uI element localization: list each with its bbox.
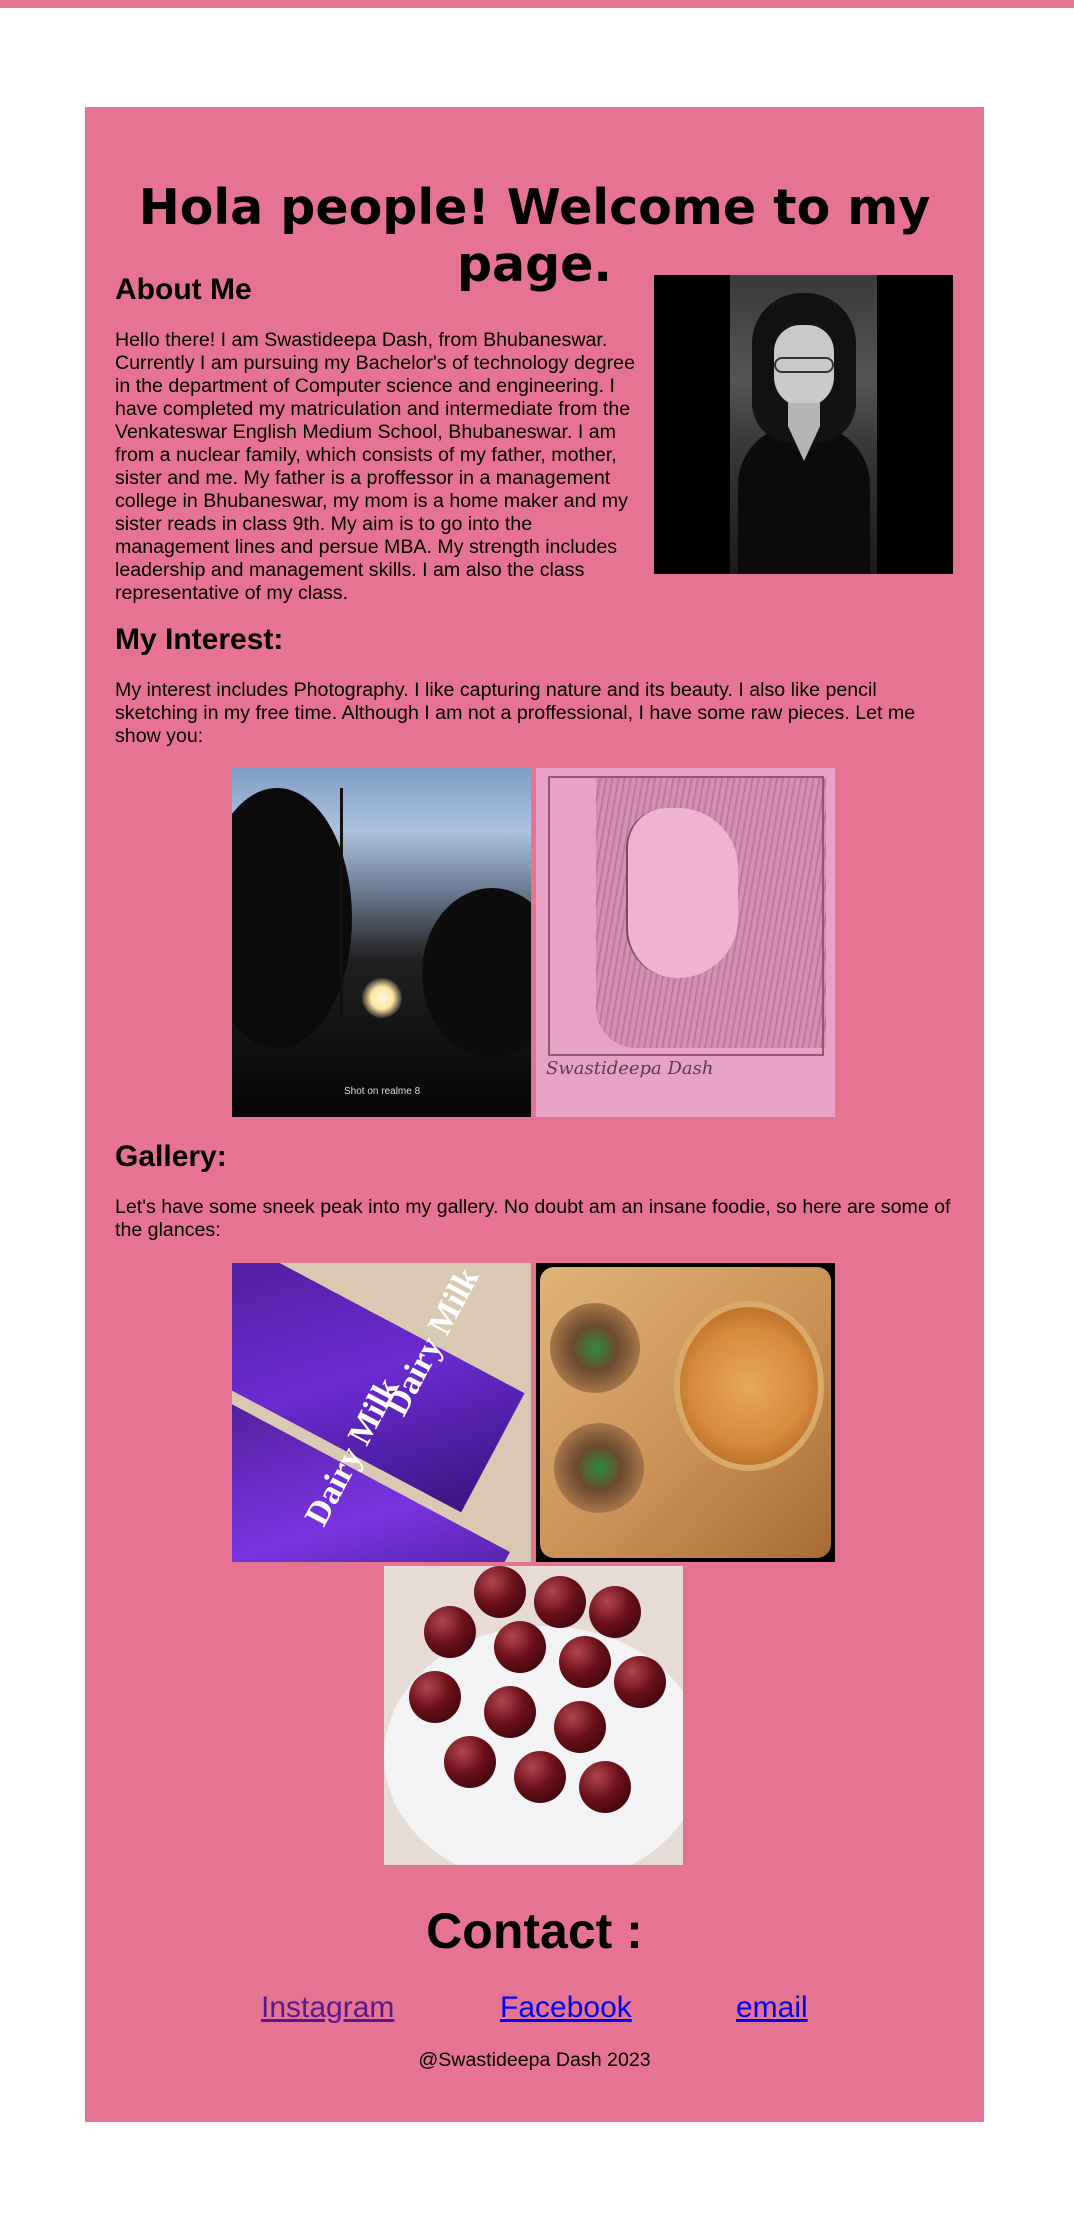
coffee-cup — [554, 1423, 644, 1513]
sweet-ball — [554, 1701, 606, 1753]
sweet-ball — [589, 1586, 641, 1638]
street-pole — [340, 788, 343, 1018]
sun-glow — [362, 978, 402, 1018]
portrait-glasses — [774, 357, 834, 373]
about-heading: About Me — [115, 273, 252, 306]
coffee-cup — [550, 1303, 640, 1393]
email-link[interactable]: email — [736, 1991, 808, 2025]
sketch-signature: Swastideepa Dash — [546, 1058, 714, 1079]
contact-heading: Contact : — [426, 1903, 643, 1959]
pizza — [674, 1301, 824, 1471]
interest-heading: My Interest: — [115, 623, 284, 656]
gallery-text: Let's have some sneek peak into my galle… — [115, 1196, 951, 1241]
interest-text: My interest includes Photography. I like… — [115, 679, 916, 747]
sweet-ball — [409, 1671, 461, 1723]
instagram-link[interactable]: Instagram — [261, 1991, 394, 2025]
sweet-ball — [579, 1761, 631, 1813]
sweet-ball — [534, 1576, 586, 1628]
content-card: Hola people! Welcome to my page. About M… — [85, 107, 984, 2122]
sunset-photo: Shot on realme 8 — [232, 768, 531, 1117]
gallery-heading: Gallery: — [115, 1140, 227, 1173]
sweet-ball — [484, 1686, 536, 1738]
sweet-ball — [559, 1636, 611, 1688]
portrait-photo — [730, 275, 877, 574]
pencil-sketch: Swastideepa Dash — [536, 768, 835, 1117]
profile-portrait — [654, 275, 953, 574]
tree-silhouette — [232, 788, 352, 1048]
top-accent-bar — [0, 0, 1074, 8]
footer-copyright: @Swastideepa Dash 2023 — [418, 2049, 651, 2071]
sketch-frame — [548, 776, 824, 1056]
chocolate-photo: Dairy Milk Dairy Milk — [232, 1263, 531, 1562]
sweet-ball — [424, 1606, 476, 1658]
gulab-jamun-photo — [384, 1566, 683, 1865]
sweet-ball — [494, 1621, 546, 1673]
sweet-ball — [514, 1751, 566, 1803]
sweet-ball — [474, 1566, 526, 1618]
sweet-ball — [614, 1656, 666, 1708]
about-text: Hello there! I am Swastideepa Dash, from… — [115, 329, 635, 604]
facebook-link[interactable]: Facebook — [500, 1991, 632, 2025]
pizza-photo — [536, 1263, 835, 1562]
sweet-ball — [444, 1736, 496, 1788]
photo-watermark: Shot on realme 8 — [344, 1086, 421, 1097]
tree-silhouette — [422, 888, 531, 1058]
